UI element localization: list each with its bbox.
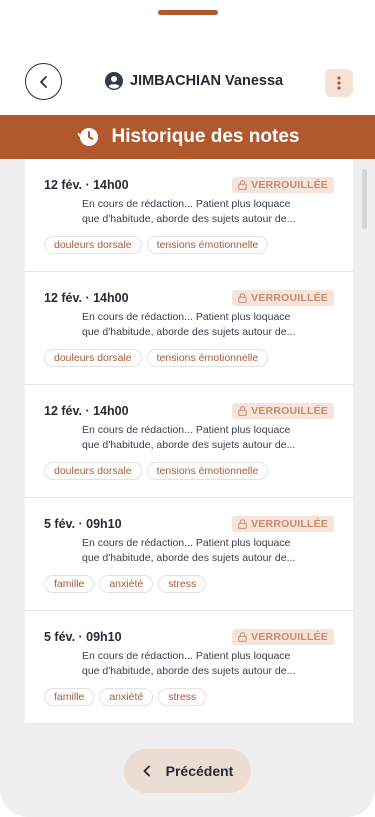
note-preview-line: En cours de rédaction... Patient plus lo…: [82, 537, 291, 549]
page-title: Historique des notes: [111, 126, 300, 147]
lock-icon: [238, 180, 247, 190]
note-preview: En cours de rédaction... Patient plus lo…: [82, 197, 312, 227]
locked-badge-label: VERROUILLÉE: [251, 631, 328, 643]
note-item[interactable]: 12 fév. · 14h00 VERROUILLÉE En cours de …: [25, 159, 353, 272]
note-preview: En cours de rédaction... Patient plus lo…: [82, 649, 312, 679]
note-tags: famille anxiété stress: [44, 688, 207, 706]
lock-icon: [238, 406, 247, 416]
patient-name: JIMBACHIAN Vanessa: [130, 73, 284, 89]
previous-button-label: Précédent: [165, 763, 234, 779]
previous-button[interactable]: Précédent: [124, 749, 251, 793]
tag-chip[interactable]: douleurs dorsale: [44, 349, 142, 367]
lock-icon: [238, 632, 247, 642]
locked-badge: VERROUILLÉE: [232, 290, 334, 306]
tag-chip[interactable]: tensions émotionnelle: [146, 236, 269, 254]
drag-handle[interactable]: [158, 10, 218, 15]
note-item[interactable]: 12 fév. · 14h00 VERROUILLÉE En cours de …: [25, 272, 353, 385]
locked-badge-label: VERROUILLÉE: [251, 405, 328, 417]
note-item[interactable]: 12 fév. · 14h00 VERROUILLÉE En cours de …: [25, 385, 353, 498]
lock-icon: [238, 293, 247, 303]
note-preview: En cours de rédaction... Patient plus lo…: [82, 310, 312, 340]
note-preview-line: que d'habitude, aborde des sujets autour…: [82, 439, 296, 451]
more-options-button[interactable]: [325, 69, 353, 97]
note-preview: En cours de rédaction... Patient plus lo…: [82, 536, 312, 566]
tag-chip[interactable]: douleurs dorsale: [44, 236, 142, 254]
note-preview-line: En cours de rédaction... Patient plus lo…: [82, 311, 291, 323]
tag-chip[interactable]: famille: [44, 688, 95, 706]
chevron-left-icon: [39, 75, 47, 88]
locked-badge-label: VERROUILLÉE: [251, 179, 328, 191]
tag-chip[interactable]: tensions émotionnelle: [146, 462, 269, 480]
locked-badge: VERROUILLÉE: [232, 629, 334, 645]
tag-chip[interactable]: douleurs dorsale: [44, 462, 142, 480]
app-screen: JIMBACHIAN Vanessa Historique des notes …: [0, 0, 375, 817]
note-tags: douleurs dorsale tensions émotionnelle: [44, 236, 269, 254]
note-preview-line: En cours de rédaction... Patient plus lo…: [82, 424, 291, 436]
patient-info: JIMBACHIAN Vanessa: [105, 72, 283, 90]
notes-list: 12 fév. · 14h00 VERROUILLÉE En cours de …: [25, 159, 353, 724]
lock-icon: [238, 519, 247, 529]
note-item[interactable]: 5 fév. · 09h10 VERROUILLÉE En cours de r…: [25, 611, 353, 724]
user-circle-icon: [105, 72, 123, 90]
tag-chip[interactable]: stress: [158, 688, 207, 706]
locked-badge: VERROUILLÉE: [232, 177, 334, 193]
locked-badge-label: VERROUILLÉE: [251, 518, 328, 530]
locked-badge: VERROUILLÉE: [232, 403, 334, 419]
note-preview-line: En cours de rédaction... Patient plus lo…: [82, 198, 291, 210]
title-bar: Historique des notes: [0, 115, 375, 159]
tag-chip[interactable]: anxiété: [99, 688, 154, 706]
note-tags: famille anxiété stress: [44, 575, 207, 593]
note-tags: douleurs dorsale tensions émotionnelle: [44, 349, 269, 367]
history-clock-icon: [77, 128, 98, 146]
note-preview-line: En cours de rédaction... Patient plus lo…: [82, 650, 291, 662]
note-preview-line: que d'habitude, aborde des sujets autour…: [82, 665, 296, 677]
note-date: 12 fév. · 14h00: [44, 178, 129, 192]
tag-chip[interactable]: stress: [158, 575, 207, 593]
note-date: 5 fév. · 09h10: [44, 630, 122, 644]
note-item[interactable]: 5 fév. · 09h10 VERROUILLÉE En cours de r…: [25, 498, 353, 611]
more-vertical-icon: [337, 76, 341, 90]
notes-scroll-area[interactable]: 12 fév. · 14h00 VERROUILLÉE En cours de …: [0, 159, 375, 724]
note-date: 5 fév. · 09h10: [44, 517, 122, 531]
tag-chip[interactable]: famille: [44, 575, 95, 593]
tag-chip[interactable]: anxiété: [99, 575, 154, 593]
note-tags: douleurs dorsale tensions émotionnelle: [44, 462, 269, 480]
back-button[interactable]: [25, 63, 62, 100]
locked-badge-label: VERROUILLÉE: [251, 292, 328, 304]
chevron-left-icon: [143, 765, 150, 777]
header: JIMBACHIAN Vanessa: [0, 63, 375, 103]
note-preview: En cours de rédaction... Patient plus lo…: [82, 423, 312, 453]
note-preview-line: que d'habitude, aborde des sujets autour…: [82, 213, 296, 225]
note-preview-line: que d'habitude, aborde des sujets autour…: [82, 326, 296, 338]
scrollbar-thumb[interactable]: [362, 169, 367, 229]
note-date: 12 fév. · 14h00: [44, 404, 129, 418]
locked-badge: VERROUILLÉE: [232, 516, 334, 532]
note-date: 12 fév. · 14h00: [44, 291, 129, 305]
note-preview-line: que d'habitude, aborde des sujets autour…: [82, 552, 296, 564]
tag-chip[interactable]: tensions émotionnelle: [146, 349, 269, 367]
